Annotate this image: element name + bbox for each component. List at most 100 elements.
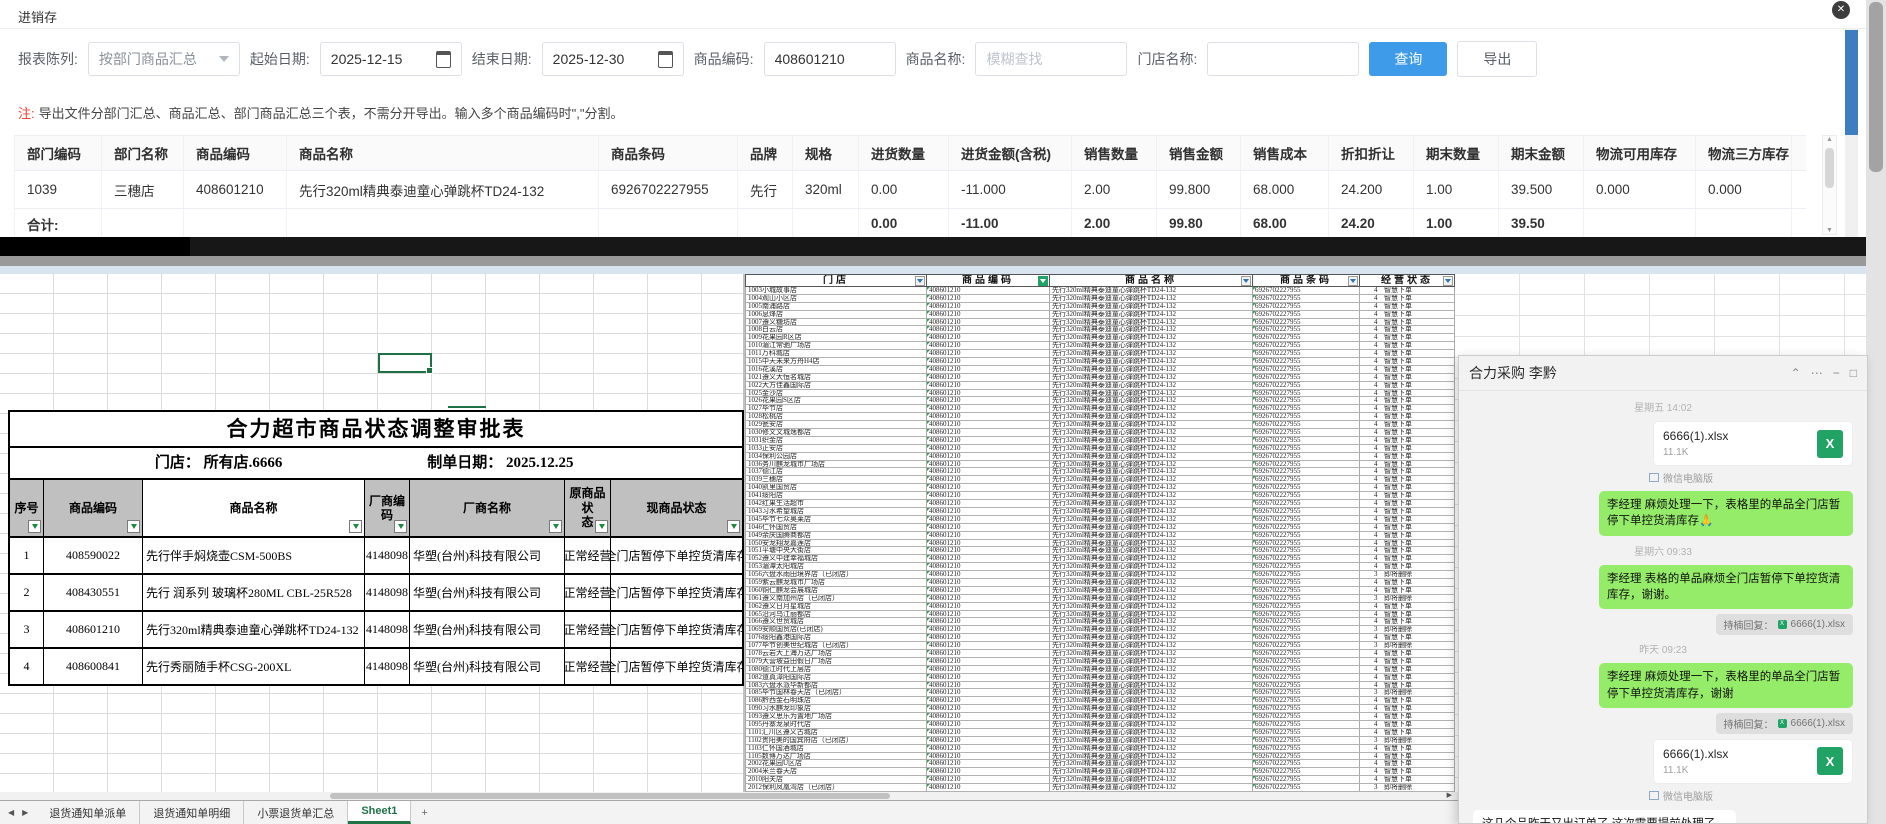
more-icon[interactable]: ⋯ [1811,367,1823,379]
add-sheet-button[interactable]: + [411,801,437,824]
filter-dropdown-icon[interactable] [349,520,362,533]
status-text: 智慧下单 [1384,311,1412,318]
store-name-input[interactable] [1207,42,1359,76]
product-code-cell: 408601210 [927,405,1050,413]
filter-dropdown-icon[interactable] [127,520,140,533]
product-code-label: 商品编码: [694,49,754,69]
table-cell: 6926702227955 [599,171,738,208]
table-cell: 24.20 [1329,209,1414,238]
sent-message-bubble[interactable]: 李经理 表格的单品麻烦全门店暂停下单控货清库存，谢谢。 [1599,565,1853,610]
product-name-cell: 先行320ml精典泰迪童心弹跳杯TD24-132 [1050,563,1253,571]
store-row: 1042红果生活超市408601210先行320ml精典泰迪童心弹跳杯TD24-… [745,500,1455,508]
selected-cell[interactable] [378,353,432,373]
quoted-reply-chip[interactable]: 持楠回复：X6666(1).xlsx [1716,713,1853,734]
excel-file-mini-icon: X [1778,620,1787,629]
store-row: 1026花果园S区店408601210先行320ml精典泰迪童心弹跳杯TD24-… [745,397,1455,405]
tab-退货通知单派单[interactable]: 退货通知单派单 [36,801,140,824]
status-number: 4 [1374,768,1384,775]
product-name-cell: 先行320ml精典泰迪童心弹跳杯TD24-132 [1050,453,1253,461]
export-button[interactable]: 导出 [1457,41,1537,77]
tab-小票退货单汇总[interactable]: 小票退货单汇总 [244,801,348,824]
status-text: 智慧下单 [1384,721,1412,728]
filter-dropdown-icon[interactable] [727,520,740,533]
filter-applied-icon[interactable] [1038,276,1048,286]
store-name-cell: 1016花溪店 [745,366,927,374]
browser-scrollbar-thumb[interactable] [1869,2,1883,172]
approval-body: 1408590022先行伴手焖烧壶CSM-500BS4148098华塑(台州)科… [10,538,742,684]
close-icon[interactable]: ✕ [1832,1,1850,19]
status-cell: 4智慧下单 [1360,508,1455,516]
barcode-cell: 6926702227955 [1253,587,1360,595]
barcode-cell: 6926702227955 [1253,776,1360,784]
barcode-cell: 6926702227955 [1253,626,1360,634]
table-cell: 68.000 [1241,171,1329,208]
excel-file-icon: X [1817,430,1843,458]
report-type-select[interactable]: 按部门商品汇总 [88,42,240,76]
status-text: 智慧下单 [1384,358,1412,365]
approval-cell: 先行320ml精典泰迪童心弹跳杯TD24-132 [143,612,365,647]
scroll-up-icon[interactable]: ▲ [1823,136,1836,143]
tab-Sheet1[interactable]: Sheet1 [348,801,411,824]
product-name-input[interactable]: 模糊查找 [975,42,1127,76]
filter-dropdown-icon[interactable] [1443,276,1453,286]
product-name-cell: 先行320ml精典泰迪童心弹跳杯TD24-132 [1050,603,1253,611]
horizontal-scrollbar-thumb[interactable] [330,793,890,799]
tab-退货通知单明细[interactable]: 退货通知单明细 [140,801,244,824]
product-name-cell: 先行320ml精典泰迪童心弹跳杯TD24-132 [1050,555,1253,563]
approval-header-cell: 商品编码 [44,480,143,536]
filter-dropdown-icon[interactable] [1348,276,1358,286]
tab-nav-right-icon[interactable]: ▶ [22,808,28,817]
scroll-right-icon[interactable]: ▶ [1447,792,1452,800]
chevron-down-icon [219,56,229,62]
table-scrollbar[interactable]: ▲ ▼ [1822,135,1837,235]
received-message-bubble[interactable]: 这几个品昨天又出订单了 这次需要提前处理了。 [1473,810,1736,823]
filter-dropdown-icon[interactable] [549,520,562,533]
status-cell: 4智慧下单 [1360,437,1455,445]
store-name-cell: 1022大方佳鑫国际店 [745,382,927,390]
barcode-cell: 6926702227955 [1253,326,1360,334]
filter-dropdown-icon[interactable] [1241,276,1251,286]
filter-dropdown-icon[interactable] [28,520,41,533]
product-name-cell: 先行320ml精典泰迪童心弹跳杯TD24-132 [1050,342,1253,350]
horizontal-scrollbar[interactable]: ▶ [0,792,1458,800]
store-name-cell: 1027毕节店 [745,405,927,413]
quoted-reply-chip[interactable]: 持楠回复：X6666(1).xlsx [1716,614,1853,635]
product-code-cell: 408601210 [927,358,1050,366]
table-scrollbar-thumb[interactable] [1825,148,1834,188]
sent-message-bubble[interactable]: 李经理 麻烦处理一下，表格里的单品全门店暂停下单控货清库存，谢谢 [1599,663,1853,708]
table-cell: 99.80 [1157,209,1241,238]
status-cell: 4智慧下单 [1360,776,1455,784]
tab-nav-left-icon[interactable]: ◀ [8,808,14,817]
query-button[interactable]: 查询 [1369,42,1447,76]
file-message-card[interactable]: 6666(1).xlsx11.1KX [1653,421,1853,466]
page-scrollbar-thumb[interactable] [1845,30,1858,135]
browser-scrollbar[interactable] [1866,0,1886,824]
barcode-cell: 6926702227955 [1253,540,1360,548]
product-name-cell: 先行320ml精典泰迪童心弹跳杯TD24-132 [1050,468,1253,476]
filter-dropdown-icon[interactable] [915,276,925,286]
store-row: 1006息烽店408601210先行320ml精典泰迪童心弹跳杯TD24-132… [745,311,1455,319]
status-text: 智慧下单 [1384,587,1412,594]
status-number: 4 [1374,350,1384,357]
status-cell: 4智慧下单 [1360,745,1455,753]
scroll-down-icon[interactable]: ▼ [1823,227,1836,234]
sent-message-bubble[interactable]: 李经理 麻烦处理一下，表格里的单品全门店暂停下单控货清库存🙏 [1599,491,1853,536]
product-code-input[interactable]: 408601210 [764,42,896,76]
status-number: 4 [1374,421,1384,428]
minimize-icon[interactable]: − [1833,367,1840,379]
status-number: 4 [1374,476,1384,483]
filter-dropdown-icon[interactable] [595,520,608,533]
table-cell: 先行320ml精典泰迪童心弹跳杯TD24-132 [287,171,599,208]
page-scrollbar[interactable] [1845,28,1858,237]
status-text: 智慧下单 [1384,634,1412,641]
status-number: 4 [1374,666,1384,673]
end-date-input[interactable]: 2025-12-30 [542,42,684,76]
product-code-cell: 408601210 [927,579,1050,587]
pin-icon[interactable]: ⌃ [1791,367,1801,379]
status-text: 智慧下单 [1384,342,1412,349]
start-date-input[interactable]: 2025-12-15 [320,42,462,76]
store-row: 1103仁怀国酒城店408601210先行320ml精典泰迪童心弹跳杯TD24-… [745,745,1455,753]
file-message-card[interactable]: 6666(1).xlsx11.1KX [1653,739,1853,784]
filter-dropdown-icon[interactable] [394,520,407,533]
maximize-icon[interactable]: □ [1850,367,1857,379]
